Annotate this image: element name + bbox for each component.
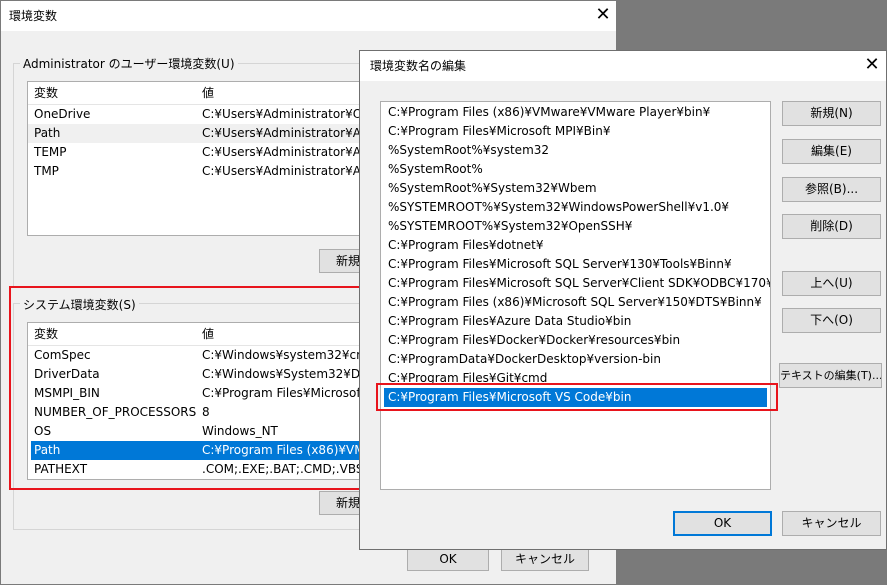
path-item[interactable]: C:¥Program Files¥dotnet¥ <box>381 236 770 255</box>
edit-button[interactable]: 編集(E) <box>782 139 881 164</box>
path-item[interactable]: %SystemRoot%¥system32 <box>381 141 770 160</box>
table-row[interactable]: PATHEXT.COM;.EXE;.BAT;.CMD;.VBS;.VB <box>28 460 364 479</box>
edit-title: 環境変数名の編集 <box>370 59 467 73</box>
col-value[interactable]: 値 <box>202 323 214 345</box>
col-variable[interactable]: 変数 <box>34 323 58 345</box>
path-item[interactable]: C:¥Program Files¥Azure Data Studio¥bin <box>381 312 770 331</box>
env-vars-titlebar: 環境変数 ✕ <box>1 1 616 31</box>
user-vars-label: Administrator のユーザー環境変数(U) <box>20 55 238 72</box>
table-row[interactable]: DriverDataC:¥Windows¥System32¥Driver <box>28 365 364 384</box>
edit-text-button[interactable]: テキストの編集(T)... <box>779 363 882 388</box>
delete-button[interactable]: 削除(D) <box>782 214 881 239</box>
path-item[interactable]: %SystemRoot%¥System32¥Wbem <box>381 179 770 198</box>
table-row[interactable]: OS Windows_NT <box>28 422 364 441</box>
path-item[interactable]: C:¥ProgramData¥DockerDesktop¥version-bin <box>381 350 770 369</box>
path-item[interactable]: C:¥Program Files (x86)¥Microsoft SQL Ser… <box>381 293 770 312</box>
path-item[interactable]: C:¥Program Files¥Docker¥Docker¥resources… <box>381 331 770 350</box>
path-list[interactable]: C:¥Program Files (x86)¥VMware¥VMware Pla… <box>380 101 771 490</box>
path-item[interactable]: C:¥Program Files¥Microsoft SQL Server¥13… <box>381 255 770 274</box>
table-row[interactable]: NUMBER_OF_PROCESSORS 8 <box>28 403 364 422</box>
cancel-button[interactable]: キャンセル <box>501 547 589 571</box>
edit-cancel-button[interactable]: キャンセル <box>782 511 881 536</box>
path-item[interactable]: %SystemRoot% <box>381 160 770 179</box>
selected-path-highlight <box>376 383 778 411</box>
ok-button[interactable]: OK <box>407 547 489 571</box>
browse-button[interactable]: 参照(B)... <box>782 177 881 202</box>
table-row[interactable]: ComSpecC:¥Windows¥system32¥cmd.e <box>28 346 364 365</box>
env-vars-title: 環境変数 <box>9 9 58 23</box>
move-up-button[interactable]: 上へ(U) <box>782 271 881 296</box>
system-vars-label: システム環境変数(S) <box>20 296 139 313</box>
col-variable[interactable]: 変数 <box>34 82 58 104</box>
path-item[interactable]: C:¥Program Files¥Microsoft SQL Server¥Cl… <box>381 274 770 293</box>
user-vars-list[interactable]: 変数 値 OneDrive C:¥Users¥Administrator¥OneD… <box>27 81 369 236</box>
new-button[interactable]: 新規(N) <box>782 101 881 126</box>
move-down-button[interactable]: 下へ(O) <box>782 308 881 333</box>
system-vars-list[interactable]: 変数 値 ComSpecC:¥Windows¥system32¥cmd.e Dr… <box>27 322 365 480</box>
table-row[interactable]: Path C:¥Users¥Administrator¥AppD <box>28 124 368 143</box>
table-row[interactable]: TMP C:¥Users¥Administrator¥AppD <box>28 162 368 181</box>
edit-titlebar: 環境変数名の編集 ✕ <box>360 51 886 81</box>
path-item[interactable]: %SYSTEMROOT%¥System32¥OpenSSH¥ <box>381 217 770 236</box>
close-icon[interactable]: ✕ <box>583 1 623 29</box>
close-icon[interactable]: ✕ <box>852 51 887 79</box>
table-row[interactable]: TEMP C:¥Users¥Administrator¥AppD <box>28 143 368 162</box>
table-row-selected[interactable]: PathC:¥Program Files (x86)¥VMwar <box>31 441 364 460</box>
edit-ok-button[interactable]: OK <box>673 511 772 536</box>
system-vars-header: 変数 値 <box>28 323 364 346</box>
table-row[interactable]: MSMPI_BIN C:¥Program Files¥Microsoft M <box>28 384 364 403</box>
path-item[interactable]: C:¥Program Files (x86)¥VMware¥VMware Pla… <box>381 103 770 122</box>
user-vars-header: 変数 値 <box>28 82 368 105</box>
edit-env-var-dialog: 環境変数名の編集 ✕ C:¥Program Files (x86)¥VMware… <box>359 50 887 550</box>
table-row[interactable]: OneDrive C:¥Users¥Administrator¥OneD <box>28 105 368 124</box>
path-item[interactable]: C:¥Program Files¥Microsoft MPI¥Bin¥ <box>381 122 770 141</box>
col-value[interactable]: 値 <box>202 82 214 104</box>
path-item[interactable]: %SYSTEMROOT%¥System32¥WindowsPowerShell¥… <box>381 198 770 217</box>
